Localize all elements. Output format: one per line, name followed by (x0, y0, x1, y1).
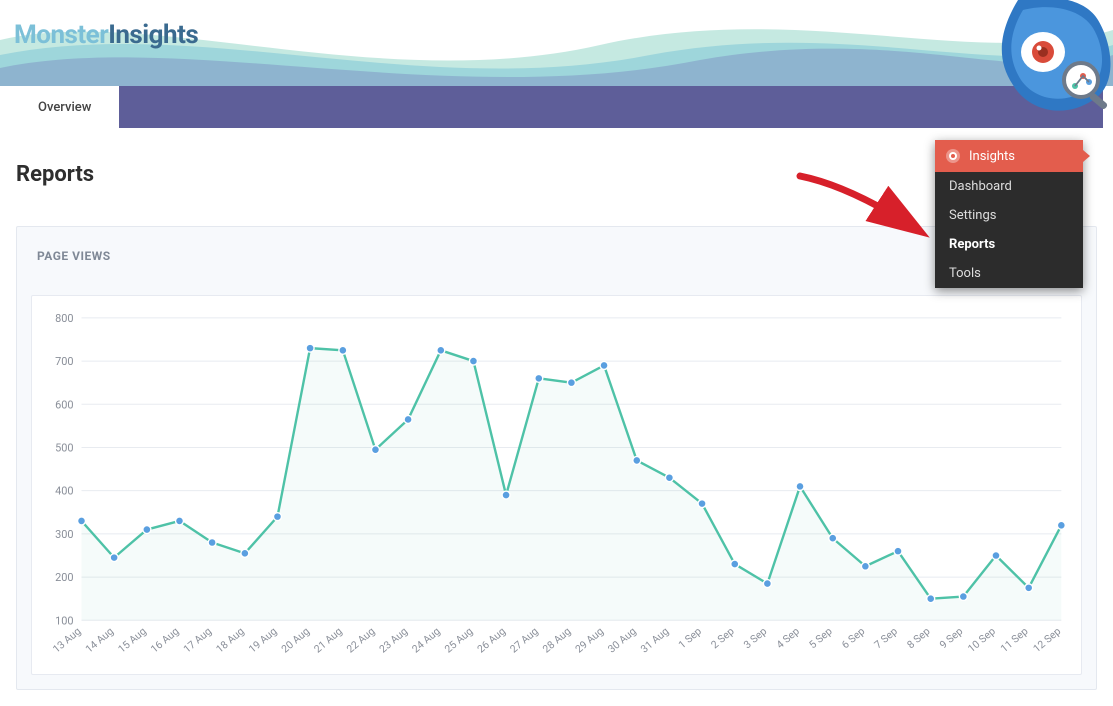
svg-text:2 Sep: 2 Sep (708, 624, 736, 651)
svg-text:500: 500 (55, 441, 73, 454)
brand-part1: Monster (14, 20, 108, 50)
svg-text:300: 300 (55, 528, 73, 541)
sidemenu-item-label: Settings (949, 208, 996, 223)
page-title: Reports (16, 162, 94, 187)
sidemenu-header[interactable]: Insights (935, 140, 1083, 172)
svg-text:10 Sep: 10 Sep (965, 624, 998, 655)
chart-box: 100 200 300 400 500 600 700 800 13 Aug14 Aug15 A… (31, 295, 1082, 675)
svg-text:600: 600 (55, 398, 73, 411)
svg-text:21 Aug: 21 Aug (311, 624, 345, 655)
svg-text:6 Sep: 6 Sep (839, 624, 867, 651)
svg-text:200: 200 (55, 571, 73, 584)
sidemenu-item-dashboard[interactable]: Dashboard (935, 172, 1083, 201)
tab-overview-label: Overview (38, 100, 91, 115)
svg-text:9 Sep: 9 Sep (937, 624, 965, 651)
svg-text:17 Aug: 17 Aug (181, 624, 215, 655)
insights-sidemenu: Insights Dashboard Settings Reports Tool… (935, 140, 1083, 288)
svg-text:19 Aug: 19 Aug (246, 624, 280, 655)
svg-text:5 Sep: 5 Sep (806, 624, 834, 651)
svg-text:20 Aug: 20 Aug (279, 624, 313, 655)
sidemenu-item-settings[interactable]: Settings (935, 201, 1083, 230)
brand-logo: MonsterInsights (14, 20, 198, 50)
sidemenu-item-reports[interactable]: Reports (935, 230, 1083, 259)
brand-part2: Insights (108, 20, 198, 50)
svg-text:31 Aug: 31 Aug (638, 624, 672, 655)
panel-title: PAGE VIEWS (37, 249, 111, 263)
svg-text:30 Aug: 30 Aug (605, 624, 639, 655)
svg-text:25 Aug: 25 Aug (442, 624, 476, 655)
sidemenu-item-label: Tools (949, 266, 981, 281)
svg-text:29 Aug: 29 Aug (573, 624, 607, 655)
svg-text:22 Aug: 22 Aug (344, 624, 378, 655)
svg-text:11 Sep: 11 Sep (998, 624, 1031, 655)
insights-mascot-icon (945, 148, 961, 164)
svg-text:23 Aug: 23 Aug (377, 624, 411, 655)
svg-text:800: 800 (55, 312, 73, 325)
line-chart: 100 200 300 400 500 600 700 800 13 Aug14 Aug15 A… (32, 296, 1081, 674)
app-header: MonsterInsights (0, 0, 1113, 86)
svg-text:18 Aug: 18 Aug (213, 624, 247, 655)
svg-text:400: 400 (55, 485, 73, 498)
sidemenu-item-tools[interactable]: Tools (935, 259, 1083, 288)
svg-text:3 Sep: 3 Sep (741, 624, 769, 651)
svg-text:16 Aug: 16 Aug (148, 624, 182, 655)
svg-text:700: 700 (55, 355, 73, 368)
mascot-icon (983, 0, 1113, 135)
svg-text:4 Sep: 4 Sep (774, 624, 802, 651)
svg-text:28 Aug: 28 Aug (540, 624, 574, 655)
tab-overview[interactable]: Overview (10, 86, 119, 128)
svg-text:14 Aug: 14 Aug (83, 624, 117, 655)
page-views-panel: PAGE VIEWS 100 200 300 400 500 600 700 800 13 Au… (16, 226, 1097, 690)
svg-text:24 Aug: 24 Aug (409, 624, 443, 655)
svg-text:12 Sep: 12 Sep (1030, 624, 1063, 655)
sidemenu-header-label: Insights (969, 149, 1015, 164)
svg-text:27 Aug: 27 Aug (507, 624, 541, 655)
sidemenu-item-label: Dashboard (949, 179, 1012, 194)
sidemenu-item-label: Reports (949, 237, 995, 252)
svg-text:1 Sep: 1 Sep (676, 624, 704, 651)
svg-text:8 Sep: 8 Sep (904, 624, 932, 651)
svg-text:7 Sep: 7 Sep (872, 624, 900, 651)
svg-text:26 Aug: 26 Aug (475, 624, 509, 655)
svg-text:100: 100 (55, 614, 73, 627)
svg-text:13 Aug: 13 Aug (50, 624, 84, 655)
svg-text:15 Aug: 15 Aug (115, 624, 149, 655)
tabbar: Overview (10, 86, 1103, 128)
